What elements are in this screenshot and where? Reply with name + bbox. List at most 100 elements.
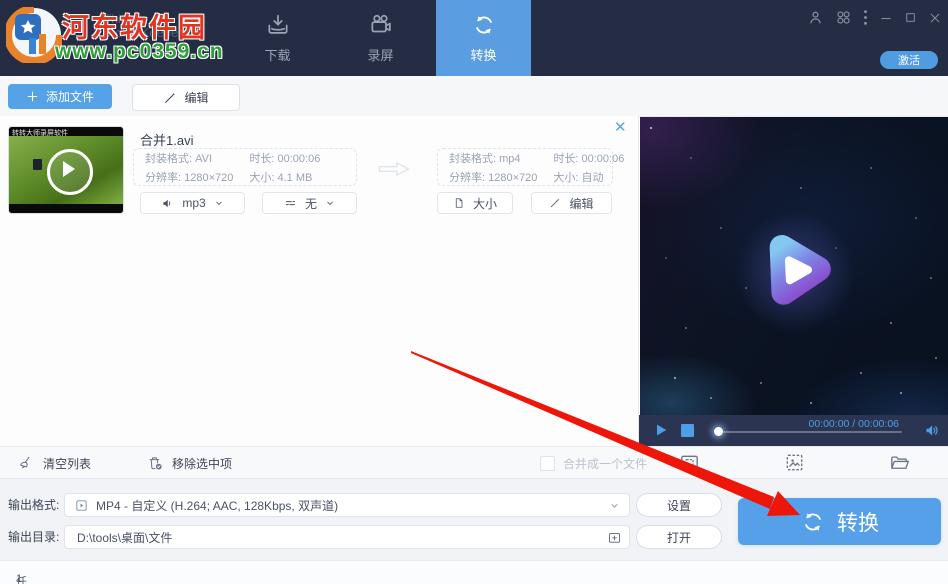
tab-download[interactable]: 下载	[230, 0, 325, 76]
apps-grid-icon[interactable]	[835, 9, 852, 26]
preview-screen	[640, 117, 948, 415]
source-size-label: 大小:	[249, 172, 274, 184]
speaker-icon	[161, 197, 174, 210]
minimize-button[interactable]	[879, 11, 893, 25]
browse-folder-icon[interactable]	[607, 530, 622, 545]
plus-icon	[26, 90, 39, 103]
target-format-label: 封装格式:	[449, 153, 496, 165]
settings-button[interactable]: 设置	[636, 493, 722, 517]
chevron-down-icon	[609, 500, 620, 511]
download-icon	[265, 12, 291, 38]
thumb-caption: 转转大师录屏软件	[12, 128, 68, 138]
tab-convert-label: 转换	[470, 45, 496, 64]
seek-slider[interactable]	[714, 431, 902, 433]
convert-button-label: 转换	[837, 507, 879, 537]
tab-download-label: 下载	[264, 45, 290, 64]
size-button[interactable]: 大小	[437, 192, 513, 214]
merge-label: 合并成一个文件	[563, 455, 647, 472]
size-button-label: 大小	[473, 195, 497, 212]
tab-record-label: 录屏	[367, 45, 393, 64]
source-duration-label: 时长:	[249, 153, 274, 165]
output-dir-input[interactable]: D:\tools\桌面\文件	[64, 525, 630, 549]
wand-icon	[163, 91, 177, 105]
target-info-box: 封装格式: mp4 分辨率: 1280×720 时长: 00:00:06 大小:…	[437, 148, 613, 186]
status-bar: 任务数: 1	[0, 560, 948, 584]
subtitle-dropdown[interactable]: 无	[262, 192, 357, 214]
thumb-play-icon	[63, 161, 75, 177]
app-logo	[6, 7, 62, 63]
camera-icon	[368, 12, 394, 38]
clear-list-button[interactable]: 清空列表	[18, 447, 91, 479]
convert-button[interactable]: 转换	[738, 498, 941, 545]
open-output-button[interactable]: 打开	[636, 525, 722, 549]
app-window: Thinker Video Keeper 下载	[0, 0, 948, 584]
file-name: 合并1.avi	[140, 130, 193, 149]
snapshot-icon[interactable]	[678, 451, 701, 474]
user-icon[interactable]	[807, 9, 824, 26]
edit-toolbar-label: 编辑	[184, 89, 208, 106]
play-icon[interactable]	[653, 422, 669, 438]
output-format-select[interactable]: MP4 - 自定义 (H.264; AAC, 128Kbps, 双声道)	[64, 493, 630, 517]
image-icon[interactable]	[783, 451, 806, 474]
edit-button-toolbar[interactable]: 编辑	[132, 84, 240, 111]
remove-selected-button[interactable]: 移除选中项	[147, 447, 232, 479]
file-list: 转转大师录屏软件 合并1.avi ✕ 封装格式: AVI 分辨率: 1280×7…	[0, 116, 638, 446]
audio-track-value: mp3	[182, 196, 205, 210]
tab-convert[interactable]: 转换	[436, 0, 531, 76]
task-count-value: 1	[16, 573, 22, 584]
audio-track-dropdown[interactable]: mp3	[140, 192, 245, 214]
broom-icon	[18, 455, 35, 472]
subtitle-icon	[284, 197, 297, 210]
preview-play-button[interactable]	[747, 221, 843, 317]
activate-button[interactable]: 激活	[880, 51, 938, 69]
file-controls-row: mp3 无	[0, 192, 638, 214]
source-format-label: 封装格式:	[145, 153, 192, 165]
source-size-value: 4.1 MB	[278, 172, 313, 184]
open-folder-icon[interactable]	[888, 451, 911, 474]
menu-kebab-icon[interactable]	[863, 9, 868, 26]
close-button[interactable]	[928, 11, 942, 25]
add-files-label: 添加文件	[46, 88, 94, 105]
convert-icon	[800, 509, 826, 535]
trash-check-icon	[147, 455, 164, 472]
target-duration-value: 00:00:06	[582, 153, 625, 165]
video-file-icon	[74, 498, 89, 513]
volume-icon[interactable]	[924, 422, 941, 439]
merge-checkbox[interactable]	[540, 456, 555, 471]
remove-selected-label: 移除选中项	[172, 455, 232, 472]
document-icon	[453, 197, 465, 209]
target-size-value: 自动	[582, 172, 604, 184]
watermark-site-url: www.pc0359.cn	[55, 40, 224, 64]
source-info-box: 封装格式: AVI 分辨率: 1280×720 时长: 00:00:06 大小:…	[133, 148, 357, 186]
target-duration-label: 时长:	[553, 153, 578, 165]
main-nav: 下载 录屏	[230, 0, 531, 76]
source-resolution-value: 1280×720	[184, 172, 233, 184]
output-dir-label: 输出目录:	[8, 525, 59, 549]
star-field	[650, 127, 652, 129]
remove-file-icon[interactable]: ✕	[614, 120, 627, 136]
source-resolution-label: 分辨率:	[145, 172, 181, 184]
output-format-value: MP4 - 自定义 (H.264; AAC, 128Kbps, 双声道)	[96, 497, 338, 514]
preview-panel: 00:00:00 / 00:00:06	[638, 116, 948, 446]
output-section: 输出格式: MP4 - 自定义 (H.264; AAC, 128Kbps, 双声…	[0, 478, 948, 560]
wand-icon	[549, 197, 561, 209]
target-resolution-value: 1280×720	[488, 172, 537, 184]
seek-knob[interactable]	[714, 427, 723, 436]
maximize-button[interactable]	[904, 11, 917, 24]
tab-record[interactable]: 录屏	[333, 0, 428, 76]
clear-list-label: 清空列表	[43, 455, 91, 472]
toolbar: 添加文件 编辑	[0, 76, 948, 117]
convert-icon	[471, 12, 497, 38]
edit-item-label: 编辑	[569, 195, 593, 212]
source-format-value: AVI	[195, 153, 212, 165]
source-duration-value: 00:00:06	[278, 153, 321, 165]
player-controls: 00:00:00 / 00:00:06	[639, 415, 948, 446]
output-format-label: 输出格式:	[8, 493, 59, 517]
output-dir-value: D:\tools\桌面\文件	[77, 529, 172, 546]
target-size-label: 大小:	[553, 172, 578, 184]
add-files-button[interactable]: 添加文件	[8, 84, 112, 109]
stop-icon[interactable]	[681, 424, 694, 437]
edit-button-item[interactable]: 编辑	[531, 192, 612, 214]
target-format-value: mp4	[499, 153, 520, 165]
list-actions-bar: 清空列表 移除选中项 合并成一个文件	[0, 446, 948, 478]
